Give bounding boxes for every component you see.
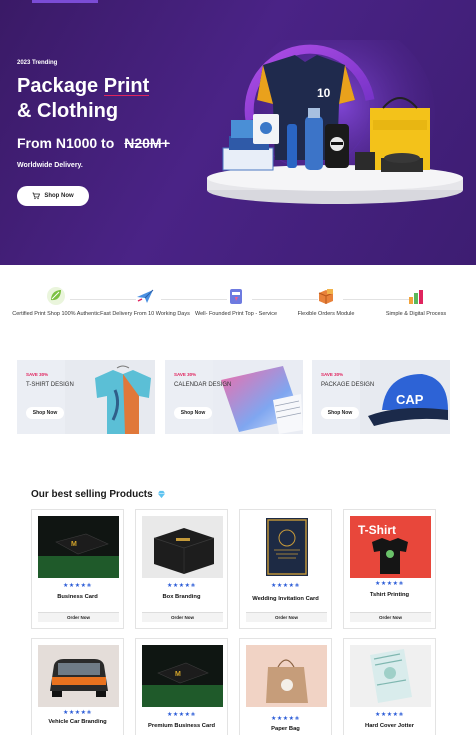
product-card[interactable]: T-Shirt ★★★★✬ Tshirt Printing Order Now <box>343 509 436 629</box>
leaf-badge-icon <box>47 287 65 305</box>
cap-text: CAP <box>396 392 424 407</box>
tshirt-printing-image: T-Shirt <box>350 516 431 578</box>
product-name: Box Branding <box>162 594 201 600</box>
calendar-image <box>213 360 303 434</box>
product-card[interactable]: M ★★★★✬ Business Card Order Now <box>31 509 124 629</box>
hero-banner: 2023 Trending Package Print & Clothing F… <box>0 0 476 265</box>
category-title: PACKAGE DESIGN <box>321 382 375 388</box>
hero-title: Package Print & Clothing <box>17 74 217 124</box>
hard-cover-jotter-image <box>350 645 431 707</box>
feature-text: Simple & Digital Process <box>385 311 447 317</box>
svg-text:M: M <box>71 541 77 548</box>
category-title: T-SHIRT DESIGN <box>26 382 74 388</box>
hero-title-underlined: Print <box>103 75 150 97</box>
product-name: Tshirt Printing <box>369 592 410 598</box>
vehicle-branding-image <box>38 645 119 707</box>
category-shop-button[interactable]: Shop Now <box>26 407 64 419</box>
rating-stars: ★★★★✬ <box>270 716 301 722</box>
premium-business-card-image: M <box>142 645 223 707</box>
feature-text: Certified Print Shop 100% Authentic <box>12 311 100 317</box>
cart-icon <box>32 192 41 200</box>
category-card-package[interactable]: CAP SAVE 30% PACKAGE DESIGN Shop Now <box>312 360 450 434</box>
product-name: Hard Cover Jotter <box>365 723 414 729</box>
paper-bag-image <box>246 645 327 707</box>
tshirt-image <box>65 360 155 434</box>
cap-image: CAP <box>360 360 450 434</box>
product-card[interactable]: ★★★★✬ Vehicle Car Branding <box>31 638 124 735</box>
tshirt-art-text: T-Shirt <box>358 523 396 537</box>
product-card[interactable]: ★★★★✬ Hard Cover Jotter <box>343 638 436 735</box>
feature-text: Flexible Orders Module <box>297 311 355 317</box>
hero-top-accent <box>32 0 98 3</box>
hero-title-part: Package <box>17 75 104 97</box>
hero-shop-button[interactable]: Shop Now <box>17 186 89 206</box>
best-selling-title: Our best selling Products <box>31 489 166 500</box>
hero-title-line2: & Clothing <box>17 100 119 122</box>
category-card-calendar[interactable]: SAVE 30% CALENDAR DESIGN Shop Now <box>165 360 303 434</box>
product-name: Paper Bag <box>271 726 300 732</box>
airplane-icon <box>137 289 154 303</box>
product-name: Premium Business Card <box>147 723 215 729</box>
best-selling-title-text: Our best selling Products <box>31 489 153 500</box>
hero-shop-label: Shop Now <box>44 193 74 199</box>
svg-text:M: M <box>175 671 181 678</box>
product-card[interactable]: ★★★★✬ Paper Bag <box>239 638 332 735</box>
shirt-number: 10 <box>317 86 331 100</box>
print-tag-icon <box>230 289 242 304</box>
feature-text: Fast Delivery From 10 Working Days <box>100 311 190 317</box>
features-strip: Certified Print Shop 100% Authentic Fast… <box>12 286 461 336</box>
bar-chart-icon <box>409 290 423 304</box>
feature-item: Simple & Digital Process <box>371 286 461 318</box>
feature-text: Well- Founded Print Top - Service <box>194 311 278 317</box>
feature-item: Certified Print Shop 100% Authentic <box>11 286 101 318</box>
feature-item: Well- Founded Print Top - Service <box>191 286 281 318</box>
diamond-icon <box>157 490 165 499</box>
feature-item: Fast Delivery From 10 Working Days <box>100 286 190 318</box>
rating-stars: ★★★★✬ <box>166 583 197 589</box>
price-strike: N20M+ <box>124 135 170 151</box>
product-card[interactable]: ★★★★✬ Wedding Invitation Card Order Now <box>239 509 332 629</box>
rating-stars: ★★★★✬ <box>166 712 197 718</box>
product-name: Vehicle Car Branding <box>48 719 107 725</box>
category-save: SAVE 30% <box>174 372 197 377</box>
rating-stars: ★★★★✬ <box>374 712 405 718</box>
wedding-invitation-image <box>246 516 327 578</box>
hero-product-illustration: 10 <box>207 40 463 210</box>
rating-stars: ★★★★✬ <box>374 581 405 587</box>
feature-item: Flexible Orders Module <box>281 286 371 318</box>
order-now-button[interactable]: Order Now <box>142 612 223 622</box>
hero-tag: 2023 Trending <box>17 60 58 66</box>
product-name: Business Card <box>57 594 98 600</box>
product-name: Wedding Invitation Card <box>252 596 319 602</box>
box-icon <box>318 289 334 304</box>
rating-stars: ★★★★✬ <box>270 583 301 589</box>
rating-stars: ★★★★✬ <box>62 583 93 589</box>
category-shop-button[interactable]: Shop Now <box>321 407 359 419</box>
category-title: CALENDAR DESIGN <box>174 382 232 388</box>
rating-stars: ★★★★✬ <box>62 710 93 716</box>
price-from: From N1000 to <box>17 135 115 151</box>
product-card[interactable]: ★★★★✬ Box Branding Order Now <box>135 509 228 629</box>
order-now-button[interactable]: Order Now <box>350 612 431 622</box>
category-save: SAVE 30% <box>321 372 344 377</box>
order-now-button[interactable]: Order Now <box>246 612 327 622</box>
product-card[interactable]: M ★★★★✬ Premium Business Card <box>135 638 228 735</box>
category-shop-button[interactable]: Shop Now <box>174 407 212 419</box>
hero-price: From N1000 to N20M+ <box>17 135 170 151</box>
category-card-tshirt[interactable]: SAVE 30% T-SHIRT DESIGN Shop Now <box>17 360 155 434</box>
hero-subtitle: Worldwide Delivery. <box>17 162 83 169</box>
category-save: SAVE 30% <box>26 372 49 377</box>
order-now-button[interactable]: Order Now <box>38 612 119 622</box>
business-card-image: M <box>38 516 119 578</box>
box-branding-image <box>142 516 223 578</box>
